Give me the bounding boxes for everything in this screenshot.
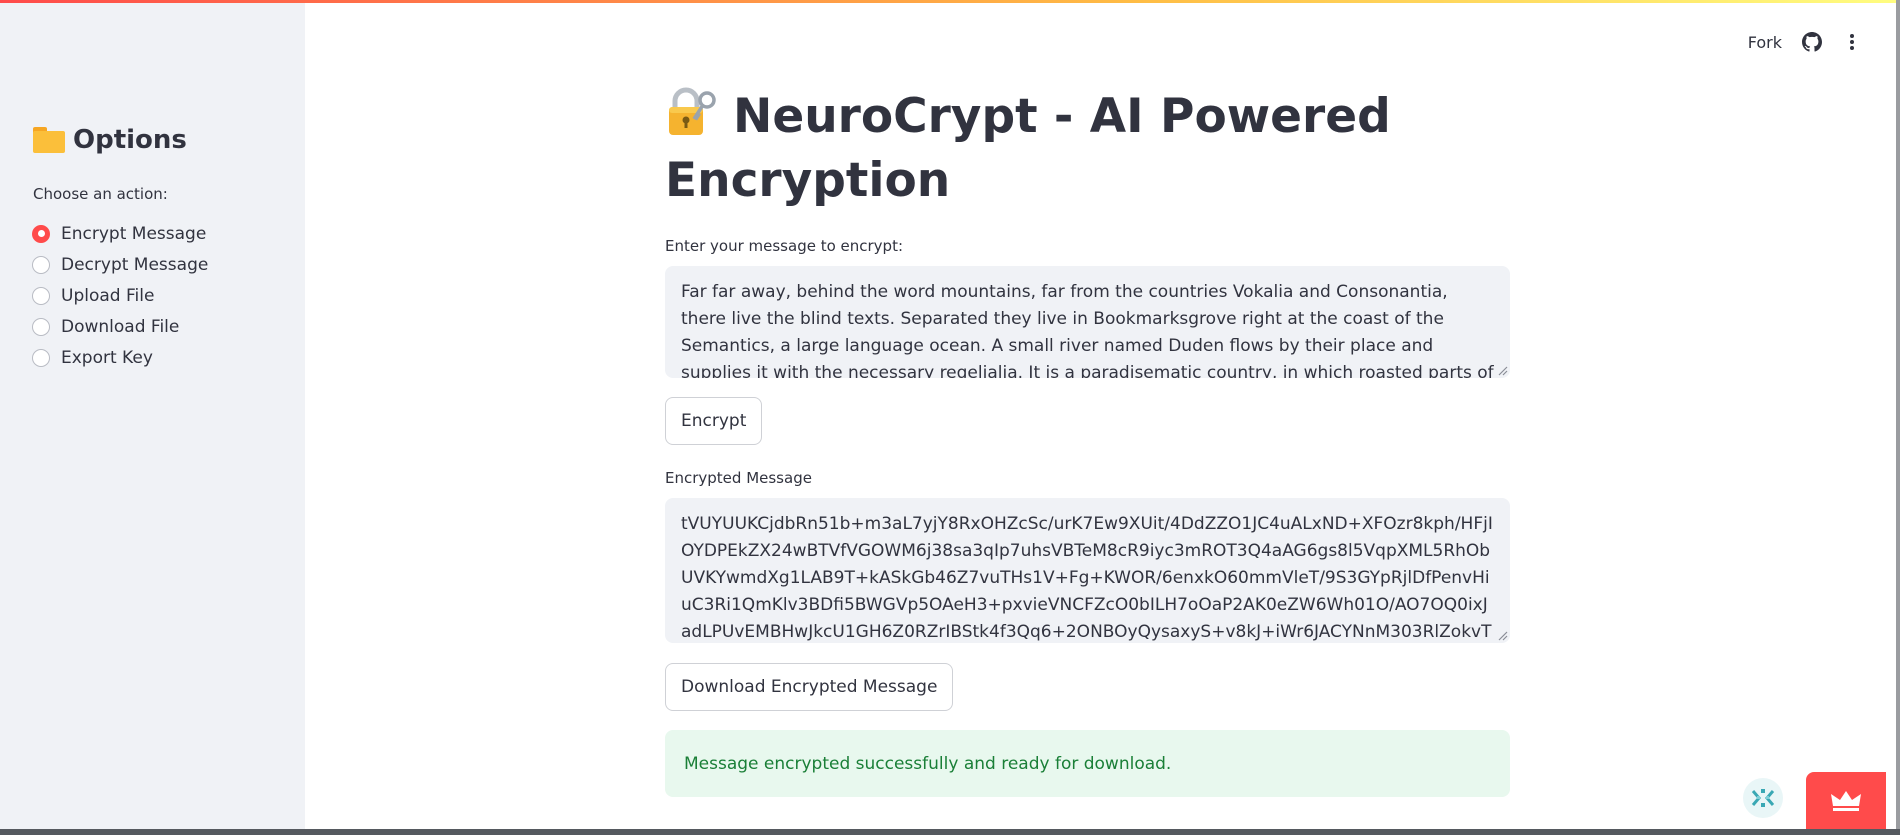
- resize-handle-icon[interactable]: [1496, 364, 1508, 376]
- message-input[interactable]: Far far away, behind the word mountains,…: [665, 266, 1510, 378]
- crown-button[interactable]: [1806, 772, 1886, 829]
- radio-option-label: Download File: [61, 316, 180, 337]
- radio-option-export-key[interactable]: Export Key: [32, 342, 208, 373]
- radio-option-encrypt-message[interactable]: Encrypt Message: [32, 218, 208, 249]
- success-message: Message encrypted successfully and ready…: [684, 753, 1172, 774]
- github-icon[interactable]: [1802, 32, 1822, 52]
- encrypt-button[interactable]: Encrypt: [665, 397, 763, 445]
- radio-button[interactable]: [32, 348, 50, 367]
- folder-icon: [33, 127, 65, 153]
- radio-button[interactable]: [32, 317, 50, 336]
- radio-button[interactable]: [32, 286, 50, 305]
- streamlit-status-icon[interactable]: [1743, 778, 1783, 818]
- sidebar-title: Options: [33, 125, 187, 155]
- radio-option-download-file[interactable]: Download File: [32, 311, 208, 342]
- encrypted-message-value: tVUYUUKCjdbRn51b+m3aL7yjY8RxOHZcSc/urK7E…: [681, 514, 1493, 642]
- radio-option-label: Encrypt Message: [61, 223, 207, 244]
- radio-option-label: Decrypt Message: [61, 254, 209, 275]
- radio-option-upload-file[interactable]: Upload File: [32, 280, 208, 311]
- radio-option-label: Export Key: [61, 347, 153, 368]
- fork-link[interactable]: Fork: [1748, 33, 1782, 52]
- resize-handle-icon[interactable]: [1496, 629, 1508, 641]
- top-decoration-bar: [0, 0, 1900, 3]
- radio-option-label: Upload File: [61, 285, 155, 306]
- encrypted-message-output[interactable]: tVUYUUKCjdbRn51b+m3aL7yjY8RxOHZcSc/urK7E…: [665, 498, 1510, 643]
- radio-group-label: Choose an action:: [33, 185, 168, 203]
- message-input-value: Far far away, behind the word mountains,…: [681, 282, 1494, 378]
- lock-with-key-icon: [669, 87, 716, 135]
- kebab-menu-icon[interactable]: [1842, 32, 1862, 52]
- sidebar: Options Choose an action: Encrypt Messag…: [0, 3, 305, 829]
- sidebar-title-text: Options: [73, 125, 187, 155]
- crown-icon: [1831, 790, 1861, 811]
- radio-option-decrypt-message[interactable]: Decrypt Message: [32, 249, 208, 280]
- radio-button-selected[interactable]: [32, 224, 50, 243]
- page-title: NeuroCrypt - AI Powered Encryption: [665, 85, 1510, 213]
- radio-button[interactable]: [32, 255, 50, 274]
- success-alert: Message encrypted successfully and ready…: [665, 730, 1510, 797]
- download-encrypted-message-button[interactable]: Download Encrypted Message: [665, 663, 954, 711]
- status-icon-glyph: [1751, 789, 1775, 807]
- encrypted-message-label: Encrypted Message: [665, 469, 812, 487]
- page-title-text: NeuroCrypt - AI Powered Encryption: [665, 89, 1391, 208]
- app-window: Options Choose an action: Encrypt Messag…: [0, 0, 1900, 835]
- window-edge-right: [1896, 0, 1900, 835]
- window-edge-bottom: [0, 829, 1900, 835]
- message-input-label: Enter your message to encrypt:: [665, 237, 904, 255]
- header-toolbar: Fork: [1748, 32, 1862, 52]
- action-radio-group: Encrypt Message Decrypt Message Upload F…: [32, 218, 208, 373]
